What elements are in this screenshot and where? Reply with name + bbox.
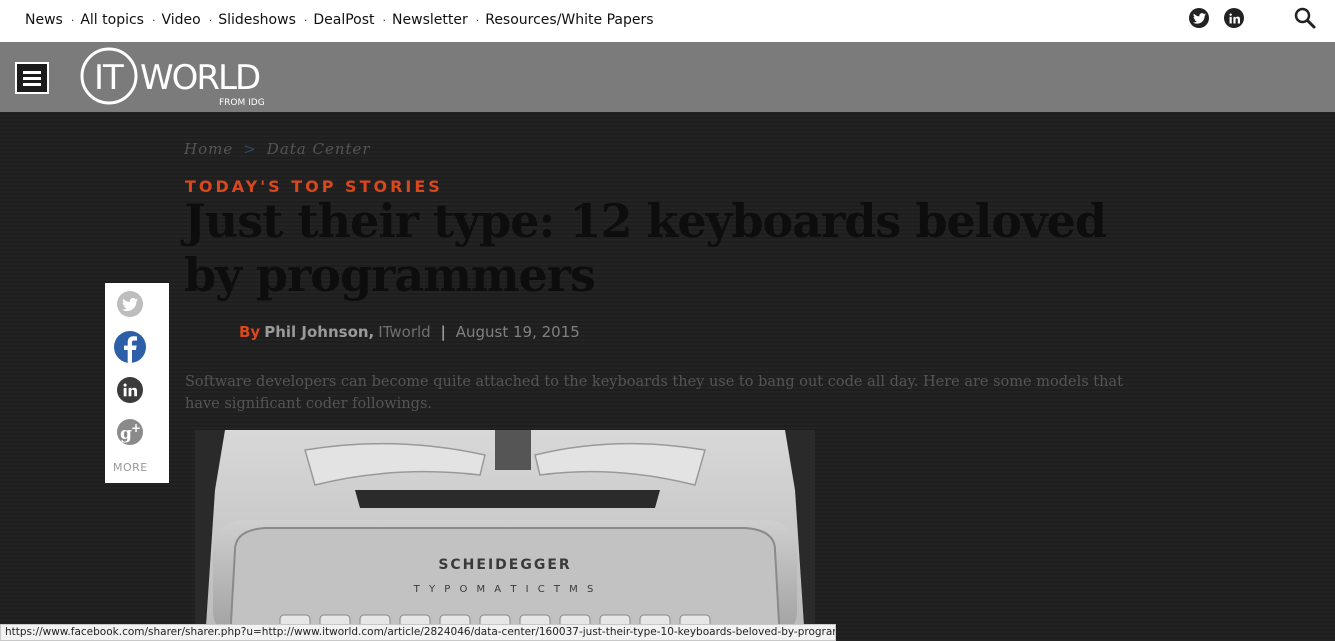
typewriter-model-text: T Y P O M A T I C T M S — [413, 584, 597, 595]
browser-status-bar: https://www.facebook.com/sharer/sharer.p… — [0, 624, 836, 641]
nav-separator: · — [70, 13, 75, 27]
byline-date: August 19, 2015 — [455, 323, 580, 341]
breadcrumb-data-center[interactable]: Data Center — [267, 140, 371, 158]
nav-separator: · — [208, 13, 213, 27]
svg-text:+: + — [131, 421, 141, 435]
nav-link-resources[interactable]: Resources/White Papers — [485, 12, 653, 28]
twitter-icon[interactable] — [112, 286, 148, 322]
logo-text: WORLD — [140, 58, 260, 98]
nav-link-all-topics[interactable]: All topics — [80, 12, 144, 28]
article-headline: Just their type: 12 keyboards beloved by… — [184, 194, 1107, 302]
hamburger-icon[interactable] — [15, 62, 49, 94]
byline-org: ITworld — [378, 323, 431, 341]
breadcrumb-home[interactable]: Home — [184, 140, 233, 158]
nav-link-news[interactable]: News — [25, 12, 63, 28]
nav-separator: · — [382, 13, 387, 27]
nav-link-newsletter[interactable]: Newsletter — [392, 12, 468, 28]
typewriter-brand-text: SCHEIDEGGER — [438, 557, 571, 573]
linkedin-icon[interactable] — [1224, 8, 1244, 28]
itworld-logo[interactable]: IT WORLD FROM IDG — [80, 46, 300, 108]
byline-author[interactable]: Phil Johnson, — [264, 323, 374, 341]
byline-by: By — [239, 323, 261, 341]
nav-link-dealpost[interactable]: DealPost — [313, 12, 374, 28]
hero-image-typewriter[interactable]: SCHEIDEGGER T Y P O M A T I C T M S — [195, 430, 815, 641]
brand-bar: IT WORLD FROM IDG — [0, 42, 1335, 112]
facebook-icon[interactable] — [112, 329, 148, 365]
share-more-button[interactable]: MORE — [113, 461, 148, 474]
article-dek: Software developers can become quite att… — [185, 374, 1123, 412]
logo-subtext: FROM IDG — [219, 98, 265, 108]
article-area: Home > Data Center TODAY'S TOP STORIES J… — [0, 112, 1335, 641]
breadcrumb-separator: > — [243, 140, 257, 158]
share-rail: g + MORE — [105, 283, 169, 483]
search-icon[interactable] — [1294, 7, 1316, 33]
byline: By Phil Johnson, ITworld | August 19, 20… — [239, 323, 580, 341]
nav-link-slideshows[interactable]: Slideshows — [218, 12, 296, 28]
top-navigation: News · All topics · Video · Slideshows ·… — [0, 0, 1335, 42]
breadcrumb: Home > Data Center — [184, 140, 371, 158]
linkedin-icon[interactable] — [112, 372, 148, 408]
nav-separator: · — [475, 13, 480, 27]
topnav-links: News · All topics · Video · Slideshows ·… — [25, 12, 654, 28]
svg-text:IT: IT — [94, 58, 124, 98]
google-plus-icon[interactable]: g + — [112, 414, 148, 450]
byline-separator: | — [440, 323, 446, 341]
twitter-icon[interactable] — [1189, 8, 1209, 28]
nav-link-video[interactable]: Video — [161, 12, 200, 28]
nav-separator: · — [303, 13, 308, 27]
nav-separator: · — [151, 13, 156, 27]
